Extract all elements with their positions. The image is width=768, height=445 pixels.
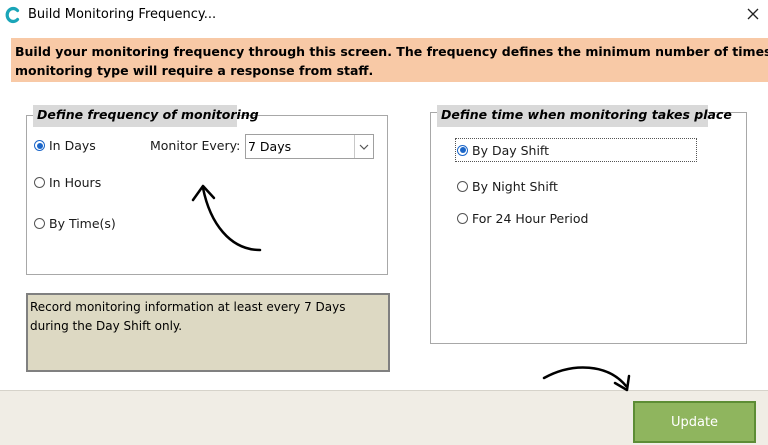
radio-by-day-shift[interactable]: By Day Shift xyxy=(455,138,697,162)
radio-in-hours[interactable]: In Hours xyxy=(34,175,101,190)
banner-line-2: monitoring type will require a response … xyxy=(15,63,374,78)
radio-by-night-shift[interactable]: By Night Shift xyxy=(457,179,558,194)
close-icon xyxy=(747,8,759,20)
radio-indicator xyxy=(34,218,45,229)
chevron-down-icon xyxy=(359,144,369,150)
radio-in-days[interactable]: In Days xyxy=(34,138,96,153)
radio-by-night-shift-label: By Night Shift xyxy=(472,179,558,194)
radio-indicator xyxy=(457,144,468,156)
app-logo-icon xyxy=(5,6,20,24)
update-button-label: Update xyxy=(670,414,719,430)
title-bar: Build Monitoring Frequency... xyxy=(0,0,768,30)
time-group-title: Define time when monitoring takes place xyxy=(437,105,732,127)
radio-by-times-label: By Time(s) xyxy=(49,216,116,231)
radio-by-times[interactable]: By Time(s) xyxy=(34,216,116,231)
window-title: Build Monitoring Frequency... xyxy=(28,7,217,22)
radio-24-hour-period-label: For 24 Hour Period xyxy=(472,211,589,226)
dropdown-button[interactable] xyxy=(354,135,373,158)
monitor-every-label: Monitor Every: xyxy=(150,138,241,153)
banner-line-1: Build your monitoring frequency through … xyxy=(15,44,768,59)
radio-indicator xyxy=(34,140,45,151)
summary-text: Record monitoring information at least e… xyxy=(30,300,346,333)
info-banner: Build your monitoring frequency through … xyxy=(11,38,768,82)
radio-in-hours-label: In Hours xyxy=(49,175,102,190)
monitor-every-value: 7 Days xyxy=(248,139,292,154)
monitor-every-select[interactable]: 7 Days xyxy=(245,134,374,159)
radio-24-hour-period[interactable]: For 24 Hour Period xyxy=(457,211,588,226)
radio-in-days-label: In Days xyxy=(49,138,96,153)
update-button[interactable]: Update xyxy=(633,401,756,443)
radio-indicator xyxy=(457,213,468,224)
summary-box: Record monitoring information at least e… xyxy=(26,293,390,372)
frequency-group-title: Define frequency of monitoring xyxy=(33,105,259,127)
radio-indicator xyxy=(34,177,45,188)
close-button[interactable] xyxy=(738,0,768,28)
radio-by-day-shift-label: By Day Shift xyxy=(472,142,550,158)
radio-indicator xyxy=(457,181,468,192)
